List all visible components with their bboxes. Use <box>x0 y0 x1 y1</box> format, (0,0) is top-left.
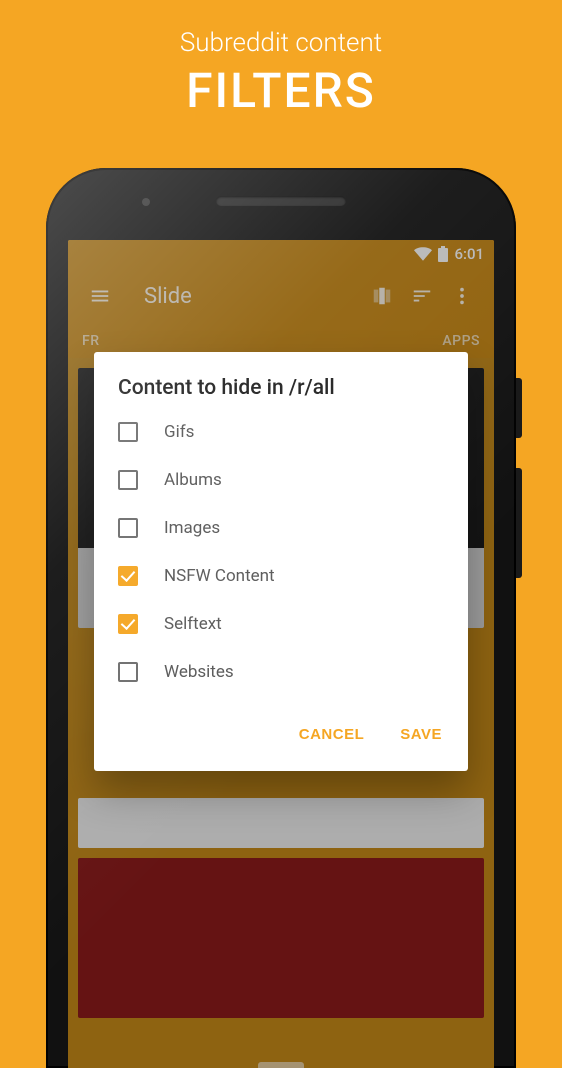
filter-option-gifs[interactable]: Gifs <box>94 408 468 456</box>
checkbox-icon[interactable] <box>118 422 138 442</box>
checkbox-checked-icon[interactable] <box>118 566 138 586</box>
checkbox-icon[interactable] <box>118 662 138 682</box>
phone-screen: 6:01 Slide FR APPS <box>68 240 494 1068</box>
promo-subtitle: Subreddit content <box>0 28 562 58</box>
phone-volume-button <box>516 468 522 578</box>
option-label: Images <box>164 518 220 538</box>
dialog-title: Content to hide in /r/all <box>94 352 468 408</box>
checkbox-checked-icon[interactable] <box>118 614 138 634</box>
nav-handle[interactable] <box>258 1062 304 1068</box>
checkbox-icon[interactable] <box>118 518 138 538</box>
phone-power-button <box>516 378 522 438</box>
filter-dialog: Content to hide in /r/all Gifs Albums Im… <box>94 352 468 771</box>
option-label: Albums <box>164 470 222 490</box>
phone-frame: 6:01 Slide FR APPS <box>46 168 516 1068</box>
checkbox-icon[interactable] <box>118 470 138 490</box>
cancel-button[interactable]: CANCEL <box>285 716 379 753</box>
promo-title: FILTERS <box>0 62 562 119</box>
option-label: NSFW Content <box>164 566 275 586</box>
phone-speaker <box>216 196 346 206</box>
dialog-actions: CANCEL SAVE <box>94 696 468 763</box>
option-label: Websites <box>164 662 234 682</box>
filter-option-images[interactable]: Images <box>94 504 468 552</box>
promo-header: Subreddit content FILTERS <box>0 0 562 119</box>
filter-option-websites[interactable]: Websites <box>94 648 468 696</box>
filter-option-selftext[interactable]: Selftext <box>94 600 468 648</box>
filter-option-nsfw[interactable]: NSFW Content <box>94 552 468 600</box>
option-label: Selftext <box>164 614 222 634</box>
filter-option-albums[interactable]: Albums <box>94 456 468 504</box>
phone-camera <box>142 198 150 206</box>
save-button[interactable]: SAVE <box>386 716 456 753</box>
option-label: Gifs <box>164 422 194 442</box>
